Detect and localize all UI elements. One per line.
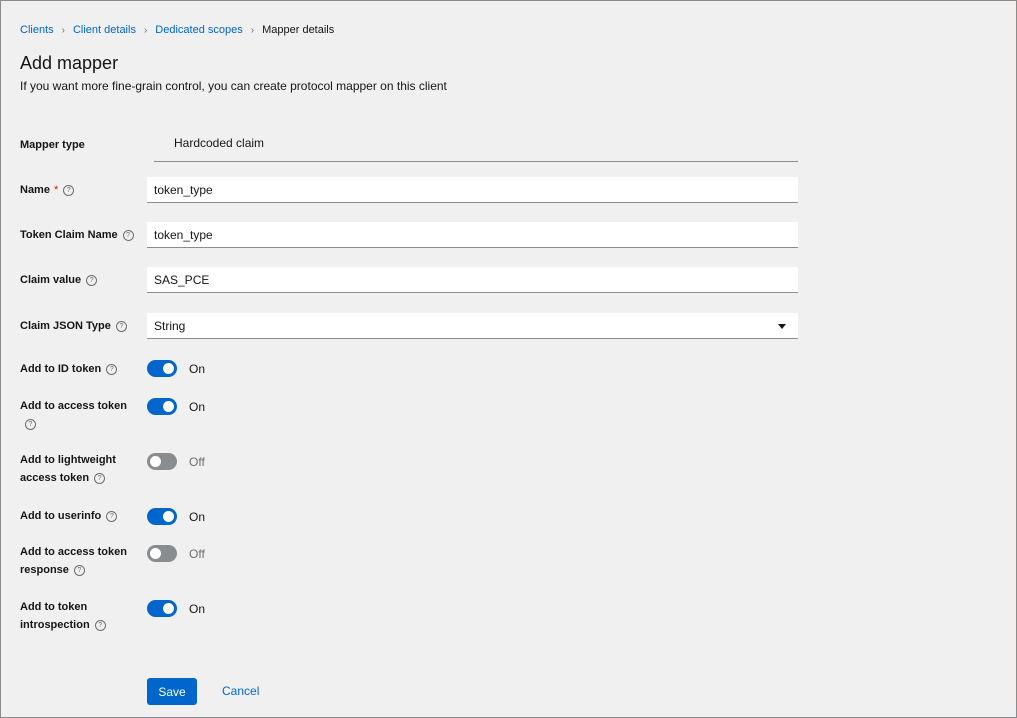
- help-icon[interactable]: ?: [94, 619, 106, 631]
- breadcrumb-separator-icon: ›: [250, 24, 255, 36]
- switch-track: [147, 453, 177, 470]
- token-claim-name-label: Token Claim Name?: [20, 226, 150, 244]
- add-to-access-token-response-toggle[interactable]: Off: [147, 545, 205, 562]
- switch-track: [147, 360, 177, 377]
- toggle-state-text: On: [189, 509, 206, 524]
- cancel-button[interactable]: Cancel: [222, 684, 259, 698]
- claim-value-label-text: Claim value: [20, 274, 82, 286]
- claim-json-type-select[interactable]: String: [147, 313, 798, 339]
- toggle-label-lightweight: Add to lightweight access token?: [20, 451, 140, 487]
- claim-value-input[interactable]: [147, 267, 798, 293]
- switch-track: [147, 508, 177, 525]
- toggle-state-text: Off: [189, 454, 205, 469]
- help-icon[interactable]: ?: [115, 320, 127, 332]
- add-to-userinfo-toggle[interactable]: On: [147, 508, 205, 525]
- toggle-label-introspection: Add to token introspection?: [20, 598, 140, 634]
- mapper-type-label: Mapper type: [20, 139, 85, 151]
- breadcrumb: Clients › Client details › Dedicated sco…: [20, 24, 334, 36]
- claim-json-type-label: Claim JSON Type?: [20, 317, 140, 335]
- toggle-state-text: On: [189, 361, 206, 376]
- switch-knob: [163, 603, 174, 614]
- claim-value-label: Claim value?: [20, 271, 140, 289]
- caret-down-icon: [778, 324, 786, 329]
- switch-track: [147, 398, 177, 415]
- name-label-text: Name: [20, 184, 50, 196]
- toggle-label-text: Add to access token: [20, 400, 127, 412]
- toggle-label-id-token: Add to ID token?: [20, 360, 140, 378]
- required-asterisk: *: [53, 184, 59, 196]
- mapper-type-text: Hardcoded claim: [174, 136, 265, 150]
- add-to-access-token-toggle[interactable]: On: [147, 398, 205, 415]
- page-subtitle: If you want more fine-grain control, you…: [20, 79, 447, 93]
- token-claim-name-input[interactable]: [147, 222, 798, 248]
- save-button[interactable]: Save: [147, 678, 197, 705]
- add-to-lightweight-access-token-toggle[interactable]: Off: [147, 453, 205, 470]
- switch-knob: [163, 401, 174, 412]
- help-icon[interactable]: ?: [86, 274, 98, 286]
- switch-knob: [150, 548, 161, 559]
- toggle-state-text: Off: [189, 546, 205, 561]
- switch-knob: [163, 511, 174, 522]
- toggle-state-text: On: [189, 601, 206, 616]
- token-claim-name-label-text: Token Claim Name: [20, 229, 118, 241]
- breadcrumb-separator-icon: ›: [143, 24, 148, 36]
- switch-knob: [163, 363, 174, 374]
- help-icon[interactable]: ?: [25, 418, 36, 430]
- toggle-label-text: Add to token introspection: [20, 601, 90, 631]
- breadcrumb-dedicated-scopes[interactable]: Dedicated scopes: [155, 24, 242, 36]
- breadcrumb-separator-icon: ›: [61, 24, 65, 36]
- switch-track: [147, 600, 177, 617]
- page-title: Add mapper: [20, 53, 119, 73]
- help-icon[interactable]: ?: [122, 229, 134, 241]
- name-input[interactable]: [147, 177, 798, 203]
- help-icon[interactable]: ?: [106, 363, 118, 375]
- claim-json-type-selected: String: [154, 319, 186, 333]
- claim-json-type-label-text: Claim JSON Type: [20, 320, 111, 332]
- toggle-state-text: On: [189, 399, 206, 414]
- help-icon[interactable]: ?: [73, 564, 85, 576]
- switch-track: [147, 545, 177, 562]
- toggle-label-userinfo: Add to userinfo?: [20, 507, 140, 525]
- mapper-type-value: Hardcoded claim: [154, 130, 798, 162]
- toggle-label-text: Add to ID token: [20, 363, 102, 375]
- switch-knob: [150, 456, 161, 467]
- name-label: Name *?: [20, 181, 140, 199]
- help-icon[interactable]: ?: [63, 184, 75, 196]
- help-icon[interactable]: ?: [94, 472, 106, 484]
- add-to-id-token-toggle[interactable]: On: [147, 360, 205, 377]
- breadcrumb-current: Mapper details: [262, 24, 335, 36]
- help-icon[interactable]: ?: [106, 510, 118, 522]
- breadcrumb-client-details[interactable]: Client details: [73, 24, 136, 36]
- toggle-label-access-token: Add to access token?: [20, 397, 140, 433]
- breadcrumb-clients[interactable]: Clients: [20, 24, 54, 36]
- toggle-label-access-token-response: Add to access token response?: [20, 543, 140, 579]
- add-to-token-introspection-toggle[interactable]: On: [147, 600, 205, 617]
- toggle-label-text: Add to userinfo: [20, 510, 102, 522]
